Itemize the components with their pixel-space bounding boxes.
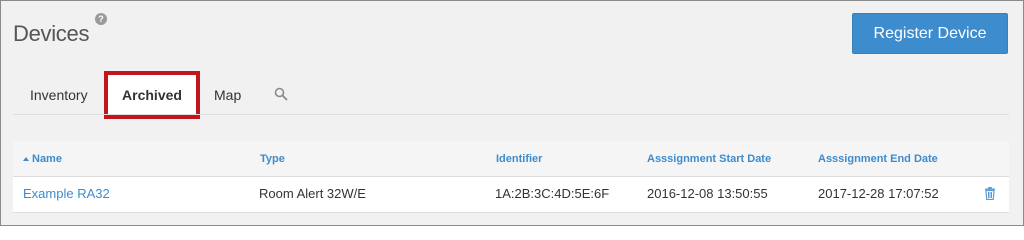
- devices-panel: Devices ? Register Device Inventory Arch…: [0, 0, 1024, 226]
- column-header-name-label: Name: [32, 153, 62, 165]
- column-header-start-date[interactable]: Asssignment Start Date: [647, 153, 771, 165]
- search-icon[interactable]: [274, 87, 288, 101]
- sort-ascending-icon: [23, 157, 29, 162]
- column-header-type[interactable]: Type: [260, 153, 285, 165]
- register-device-button[interactable]: Register Device: [852, 13, 1008, 54]
- trash-icon[interactable]: [984, 187, 996, 200]
- tab-inventory[interactable]: Inventory: [30, 87, 88, 103]
- start-date-cell: 2016-12-08 13:50:55: [647, 186, 768, 201]
- end-date-cell: 2017-12-28 17:07:52: [818, 186, 939, 201]
- device-identifier-cell: 1A:2B:3C:4D:5E:6F: [495, 186, 610, 201]
- device-type-cell: Room Alert 32W/E: [259, 186, 366, 201]
- devices-table: Name Type Identifier Asssignment Start D…: [13, 141, 1009, 213]
- column-header-identifier[interactable]: Identifier: [496, 153, 542, 165]
- column-header-name[interactable]: Name: [23, 153, 62, 165]
- tab-archived[interactable]: Archived: [104, 71, 200, 119]
- device-name-link[interactable]: Example RA32: [23, 186, 110, 201]
- page-title: Devices: [13, 21, 90, 46]
- table-header: Name Type Identifier Asssignment Start D…: [13, 141, 1009, 177]
- tab-map[interactable]: Map: [214, 87, 241, 103]
- help-circle-icon[interactable]: ?: [95, 13, 107, 25]
- column-header-end-date[interactable]: Asssignment End Date: [818, 153, 938, 165]
- table-row: Example RA32 Room Alert 32W/E 1A:2B:3C:4…: [13, 177, 1009, 213]
- tabs-divider: [13, 114, 1009, 115]
